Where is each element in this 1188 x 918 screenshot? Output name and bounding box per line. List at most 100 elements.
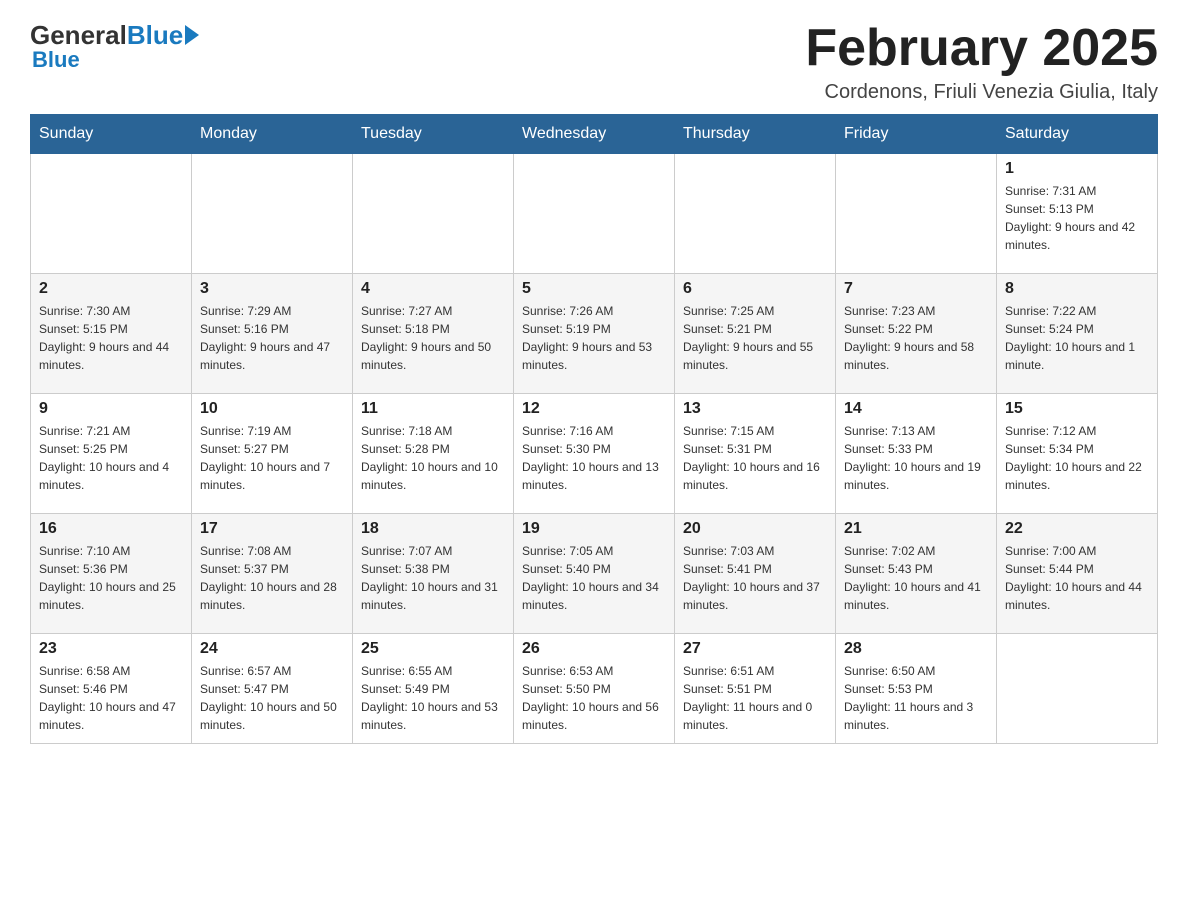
calendar-cell: 21 Sunrise: 7:02 AMSunset: 5:43 PMDayligh…: [836, 514, 997, 634]
day-info: Sunrise: 7:12 AMSunset: 5:34 PMDaylight:…: [1005, 422, 1149, 494]
title-section: February 2025 Cordenons, Friuli Venezia …: [805, 20, 1158, 104]
day-number: 14: [844, 400, 988, 418]
calendar-cell: 13Sunrise: 7:15 AMSunset: 5:31 PMDayligh…: [675, 394, 836, 514]
day-info: Sunrise: 7:08 AMSunset: 5:37 PMDaylight:…: [200, 542, 344, 614]
day-info: Sunrise: 6:50 AMSunset: 5:53 PMDaylight:…: [844, 662, 988, 734]
day-number: 17: [200, 520, 344, 538]
day-number: 13: [683, 400, 827, 418]
day-header-friday: Friday: [836, 115, 997, 154]
calendar-cell: 15 Sunrise: 7:12 AMSunset: 5:34 PMDayligh…: [997, 394, 1158, 514]
day-info: Sunrise: 6:57 AMSunset: 5:47 PMDaylight:…: [200, 662, 344, 734]
calendar-cell: 1 Sunrise: 7:31 AMSunset: 5:13 PMDaylight…: [997, 154, 1158, 274]
day-info: Sunrise: 7:03 AMSunset: 5:41 PMDaylight:…: [683, 542, 827, 614]
day-info: Sunrise: 6:55 AMSunset: 5:49 PMDaylight:…: [361, 662, 505, 734]
calendar-cell: 14 Sunrise: 7:13 AMSunset: 5:33 PMDayligh…: [836, 394, 997, 514]
calendar-cell: [675, 154, 836, 274]
day-number: 10: [200, 400, 344, 418]
day-number: 19: [522, 520, 666, 538]
day-info: Sunrise: 7:23 AMSunset: 5:22 PMDaylight:…: [844, 302, 988, 374]
day-header-saturday: Saturday: [997, 115, 1158, 154]
day-info: Sunrise: 7:02 AMSunset: 5:43 PMDaylight:…: [844, 542, 988, 614]
day-number: 23: [39, 640, 183, 658]
calendar-table: SundayMondayTuesdayWednesdayThursdayFrid…: [30, 114, 1158, 744]
day-number: 8: [1005, 280, 1149, 298]
day-info: Sunrise: 7:05 AMSunset: 5:40 PMDaylight:…: [522, 542, 666, 614]
day-header-thursday: Thursday: [675, 115, 836, 154]
page-header: General Blue Blue February 2025 Cordenon…: [30, 20, 1158, 104]
calendar-cell: 8 Sunrise: 7:22 AMSunset: 5:24 PMDaylight…: [997, 274, 1158, 394]
day-number: 24: [200, 640, 344, 658]
calendar-week-5: 23 Sunrise: 6:58 AMSunset: 5:46 PMDayligh…: [31, 634, 1158, 744]
calendar-header-row: SundayMondayTuesdayWednesdayThursdayFrid…: [31, 115, 1158, 154]
day-number: 11: [361, 400, 505, 418]
calendar-cell: 25 Sunrise: 6:55 AMSunset: 5:49 PMDayligh…: [353, 634, 514, 744]
day-number: 1: [1005, 160, 1149, 178]
calendar-cell: 22 Sunrise: 7:00 AMSunset: 5:44 PMDayligh…: [997, 514, 1158, 634]
calendar-cell: [997, 634, 1158, 744]
calendar-cell: 19 Sunrise: 7:05 AMSunset: 5:40 PMDayligh…: [514, 514, 675, 634]
day-number: 27: [683, 640, 827, 658]
logo-blue-text: Blue: [127, 20, 183, 51]
calendar-cell: 16 Sunrise: 7:10 AMSunset: 5:36 PMDayligh…: [31, 514, 192, 634]
calendar-cell: 26 Sunrise: 6:53 AMSunset: 5:50 PMDayligh…: [514, 634, 675, 744]
calendar-cell: 20 Sunrise: 7:03 AMSunset: 5:41 PMDayligh…: [675, 514, 836, 634]
day-info: Sunrise: 7:25 AMSunset: 5:21 PMDaylight:…: [683, 302, 827, 374]
calendar-cell: [514, 154, 675, 274]
day-number: 22: [1005, 520, 1149, 538]
day-number: 7: [844, 280, 988, 298]
day-number: 21: [844, 520, 988, 538]
day-info: Sunrise: 7:00 AMSunset: 5:44 PMDaylight:…: [1005, 542, 1149, 614]
day-info: Sunrise: 6:51 AMSunset: 5:51 PMDaylight:…: [683, 662, 827, 734]
day-header-sunday: Sunday: [31, 115, 192, 154]
day-info: Sunrise: 7:16 AMSunset: 5:30 PMDaylight:…: [522, 422, 666, 494]
day-info: Sunrise: 7:27 AMSunset: 5:18 PMDaylight:…: [361, 302, 505, 374]
day-info: Sunrise: 7:18 AMSunset: 5:28 PMDaylight:…: [361, 422, 505, 494]
calendar-cell: 2 Sunrise: 7:30 AMSunset: 5:15 PMDaylight…: [31, 274, 192, 394]
day-header-wednesday: Wednesday: [514, 115, 675, 154]
day-number: 5: [522, 280, 666, 298]
calendar-cell: [31, 154, 192, 274]
day-number: 18: [361, 520, 505, 538]
day-info: Sunrise: 7:19 AMSunset: 5:27 PMDaylight:…: [200, 422, 344, 494]
day-info: Sunrise: 7:10 AMSunset: 5:36 PMDaylight:…: [39, 542, 183, 614]
day-number: 26: [522, 640, 666, 658]
day-number: 6: [683, 280, 827, 298]
location: Cordenons, Friuli Venezia Giulia, Italy: [805, 81, 1158, 104]
day-number: 16: [39, 520, 183, 538]
day-header-tuesday: Tuesday: [353, 115, 514, 154]
logo: General Blue Blue: [30, 20, 199, 73]
day-number: 12: [522, 400, 666, 418]
day-number: 20: [683, 520, 827, 538]
calendar-cell: 5 Sunrise: 7:26 AMSunset: 5:19 PMDaylight…: [514, 274, 675, 394]
calendar-cell: 28Sunrise: 6:50 AMSunset: 5:53 PMDayligh…: [836, 634, 997, 744]
calendar-week-3: 9Sunrise: 7:21 AMSunset: 5:25 PMDaylight…: [31, 394, 1158, 514]
calendar-cell: 11 Sunrise: 7:18 AMSunset: 5:28 PMDayligh…: [353, 394, 514, 514]
day-info: Sunrise: 7:30 AMSunset: 5:15 PMDaylight:…: [39, 302, 183, 374]
day-header-monday: Monday: [192, 115, 353, 154]
calendar-cell: 7 Sunrise: 7:23 AMSunset: 5:22 PMDaylight…: [836, 274, 997, 394]
calendar-cell: 10 Sunrise: 7:19 AMSunset: 5:27 PMDayligh…: [192, 394, 353, 514]
day-info: Sunrise: 7:22 AMSunset: 5:24 PMDaylight:…: [1005, 302, 1149, 374]
day-info: Sunrise: 6:53 AMSunset: 5:50 PMDaylight:…: [522, 662, 666, 734]
calendar-cell: [353, 154, 514, 274]
calendar-cell: [836, 154, 997, 274]
calendar-week-4: 16 Sunrise: 7:10 AMSunset: 5:36 PMDayligh…: [31, 514, 1158, 634]
logo-sub: Blue: [32, 47, 80, 73]
calendar-cell: 18 Sunrise: 7:07 AMSunset: 5:38 PMDayligh…: [353, 514, 514, 634]
day-info: Sunrise: 6:58 AMSunset: 5:46 PMDaylight:…: [39, 662, 183, 734]
calendar-cell: 9Sunrise: 7:21 AMSunset: 5:25 PMDaylight…: [31, 394, 192, 514]
day-number: 4: [361, 280, 505, 298]
logo-arrow-icon: [185, 25, 199, 45]
day-info: Sunrise: 7:31 AMSunset: 5:13 PMDaylight:…: [1005, 182, 1149, 254]
day-info: Sunrise: 7:29 AMSunset: 5:16 PMDaylight:…: [200, 302, 344, 374]
day-number: 25: [361, 640, 505, 658]
calendar-week-2: 2 Sunrise: 7:30 AMSunset: 5:15 PMDaylight…: [31, 274, 1158, 394]
day-info: Sunrise: 7:26 AMSunset: 5:19 PMDaylight:…: [522, 302, 666, 374]
calendar-cell: 23 Sunrise: 6:58 AMSunset: 5:46 PMDayligh…: [31, 634, 192, 744]
day-number: 2: [39, 280, 183, 298]
calendar-cell: [192, 154, 353, 274]
day-info: Sunrise: 7:13 AMSunset: 5:33 PMDaylight:…: [844, 422, 988, 494]
day-info: Sunrise: 7:07 AMSunset: 5:38 PMDaylight:…: [361, 542, 505, 614]
calendar-cell: 4 Sunrise: 7:27 AMSunset: 5:18 PMDaylight…: [353, 274, 514, 394]
day-number: 15: [1005, 400, 1149, 418]
